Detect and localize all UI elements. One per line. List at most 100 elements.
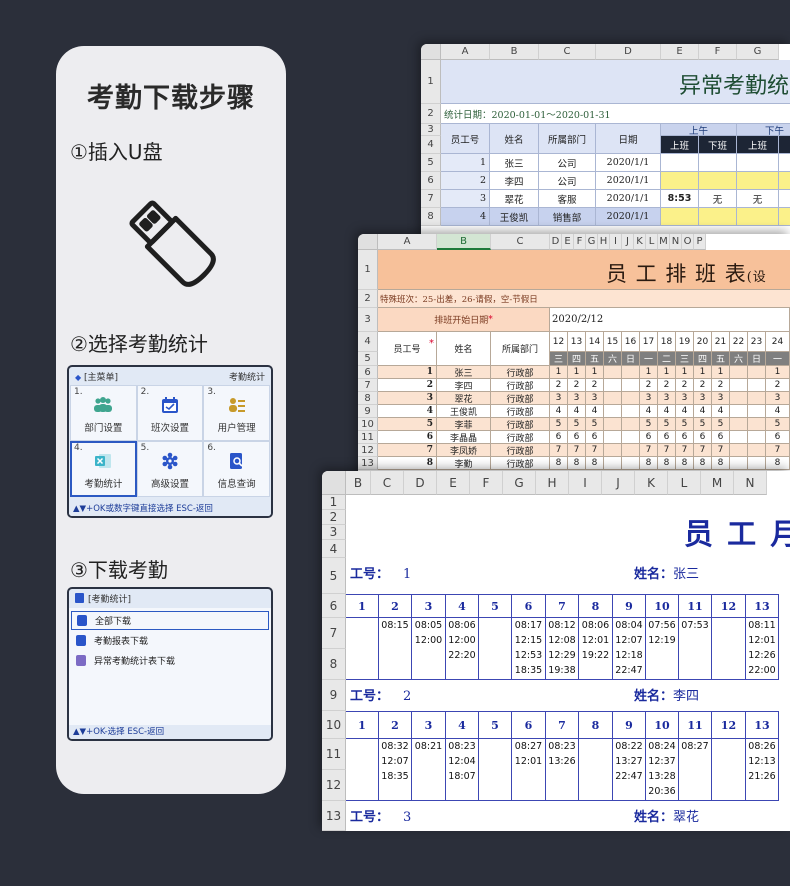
row-header-5[interactable]: 5	[421, 154, 441, 172]
row-shift[interactable]	[730, 405, 748, 418]
day-header-10[interactable]: 10	[646, 711, 679, 739]
row-am-in[interactable]	[661, 208, 699, 226]
row-pm-in[interactable]: 无	[737, 190, 779, 208]
row-name[interactable]: 李四	[437, 379, 491, 392]
column-header-B[interactable]: B	[346, 471, 371, 495]
row-shift[interactable]: 4	[658, 405, 676, 418]
row-header-4[interactable]: 4	[358, 332, 378, 352]
row-dept[interactable]: 行政部	[491, 444, 550, 457]
row-header-7[interactable]: 7	[421, 190, 441, 208]
row-header-1[interactable]: 1	[421, 60, 441, 104]
row-shift[interactable]	[730, 379, 748, 392]
row-header-3[interactable]: 3	[421, 124, 441, 136]
row-id[interactable]: 2	[441, 172, 490, 190]
column-header-N[interactable]: N	[734, 471, 767, 495]
row-date[interactable]: 2020/1/1	[596, 208, 661, 226]
row-shift[interactable]	[730, 457, 748, 470]
row-shift[interactable]: 1	[550, 366, 568, 379]
row-dept[interactable]: 行政部	[491, 457, 550, 470]
punch-times-cell[interactable]: 08:32 12:07 18:35	[379, 739, 412, 801]
menu-cell-5[interactable]: 5. 高级设置	[136, 441, 204, 497]
row-shift[interactable]	[622, 392, 640, 405]
column-header-G[interactable]: G	[586, 234, 598, 250]
row-shift[interactable]: 3	[568, 392, 586, 405]
row-shift[interactable]: 6	[766, 431, 790, 444]
column-header-K[interactable]: K	[634, 234, 646, 250]
header-in2[interactable]: 上班	[737, 136, 779, 154]
row-header-2[interactable]: 2	[322, 510, 346, 525]
row-dept[interactable]: 公司	[539, 172, 596, 190]
row-date[interactable]: 2020/1/1	[596, 172, 661, 190]
column-header-F[interactable]: F	[574, 234, 586, 250]
header-day-19[interactable]: 19	[676, 332, 694, 352]
row-shift[interactable]: 1	[658, 366, 676, 379]
select-all-corner[interactable]	[421, 44, 441, 60]
header-pm[interactable]: 下午	[737, 124, 790, 136]
row-dept[interactable]: 行政部	[491, 392, 550, 405]
row-header-2[interactable]: 2	[358, 290, 378, 308]
day-header-12[interactable]: 12	[712, 594, 746, 618]
punch-times-cell[interactable]: 08:12 12:08 12:29 19:38	[546, 618, 579, 680]
row-shift[interactable]	[604, 431, 622, 444]
row-header-4[interactable]: 4	[322, 540, 346, 558]
day-header-4[interactable]: 4	[446, 711, 479, 739]
row-shift[interactable]	[604, 366, 622, 379]
day-header-13[interactable]: 13	[746, 711, 779, 739]
header-name[interactable]: 姓名	[437, 332, 491, 366]
column-header-D[interactable]: D	[596, 44, 661, 60]
row-shift[interactable]: 8	[640, 457, 658, 470]
header-weekday[interactable]: 三	[676, 352, 694, 366]
row-shift[interactable]: 7	[694, 444, 712, 457]
row-shift[interactable]: 4	[766, 405, 790, 418]
punch-times-cell[interactable]: 08:21	[412, 739, 446, 801]
day-header-9[interactable]: 9	[613, 594, 646, 618]
menu-cell-6[interactable]: 6. 信息查询	[203, 441, 270, 497]
row-name[interactable]: 王俊凯	[490, 208, 539, 226]
punch-times-cell[interactable]: 07:56 12:19	[646, 618, 679, 680]
row-shift[interactable]	[604, 392, 622, 405]
punch-times-cell[interactable]: 08:15	[379, 618, 412, 680]
row-shift[interactable]	[622, 379, 640, 392]
row-shift[interactable]: 8	[568, 457, 586, 470]
day-header-2[interactable]: 2	[379, 711, 412, 739]
row-shift[interactable]: 7	[658, 444, 676, 457]
day-header-2[interactable]: 2	[379, 594, 412, 618]
header-am[interactable]: 上午	[661, 124, 737, 136]
day-header-7[interactable]: 7	[546, 711, 579, 739]
header-day-24[interactable]: 24	[766, 332, 790, 352]
row-name[interactable]: 王俊凯	[437, 405, 491, 418]
column-header-L[interactable]: L	[646, 234, 658, 250]
punch-times-cell[interactable]: 08:22 13:27 22:47	[613, 739, 646, 801]
row-shift[interactable]: 7	[568, 444, 586, 457]
header-weekday[interactable]: 五	[712, 352, 730, 366]
punch-times-cell[interactable]: 08:04 12:07 12:18 22:47	[613, 618, 646, 680]
row-header-5[interactable]: 5	[322, 558, 346, 594]
row-dept[interactable]: 公司	[539, 154, 596, 172]
row-header-8[interactable]: 8	[358, 392, 378, 405]
row-shift[interactable]	[730, 418, 748, 431]
row-shift[interactable]: 3	[658, 392, 676, 405]
row-shift[interactable]: 6	[712, 431, 730, 444]
punch-times-cell[interactable]: 08:27	[679, 739, 712, 801]
row-pm-out[interactable]	[779, 172, 790, 190]
punch-times-cell[interactable]	[346, 739, 379, 801]
row-shift[interactable]: 4	[676, 405, 694, 418]
row-shift[interactable]: 6	[586, 431, 604, 444]
row-shift[interactable]: 2	[640, 379, 658, 392]
punch-times-cell[interactable]: 08:26 12:13 21:26	[746, 739, 779, 801]
row-shift[interactable]	[604, 457, 622, 470]
punch-times-cell[interactable]	[479, 739, 512, 801]
row-header-2[interactable]: 2	[421, 104, 441, 124]
row-am-in[interactable]	[661, 154, 699, 172]
row-shift[interactable]: 8	[550, 457, 568, 470]
row-shift[interactable]: 4	[568, 405, 586, 418]
punch-times-cell[interactable]: 08:17 12:15 12:53 18:35	[512, 618, 546, 680]
row-shift[interactable]: 5	[694, 418, 712, 431]
row-header-8[interactable]: 8	[421, 208, 441, 226]
row-shift[interactable]: 1	[586, 366, 604, 379]
row-id[interactable]: 4	[378, 405, 437, 418]
row-header-13[interactable]: 13	[322, 801, 346, 831]
column-header-J[interactable]: J	[622, 234, 634, 250]
row-shift[interactable]	[604, 444, 622, 457]
header-weekday[interactable]: 一	[766, 352, 790, 366]
